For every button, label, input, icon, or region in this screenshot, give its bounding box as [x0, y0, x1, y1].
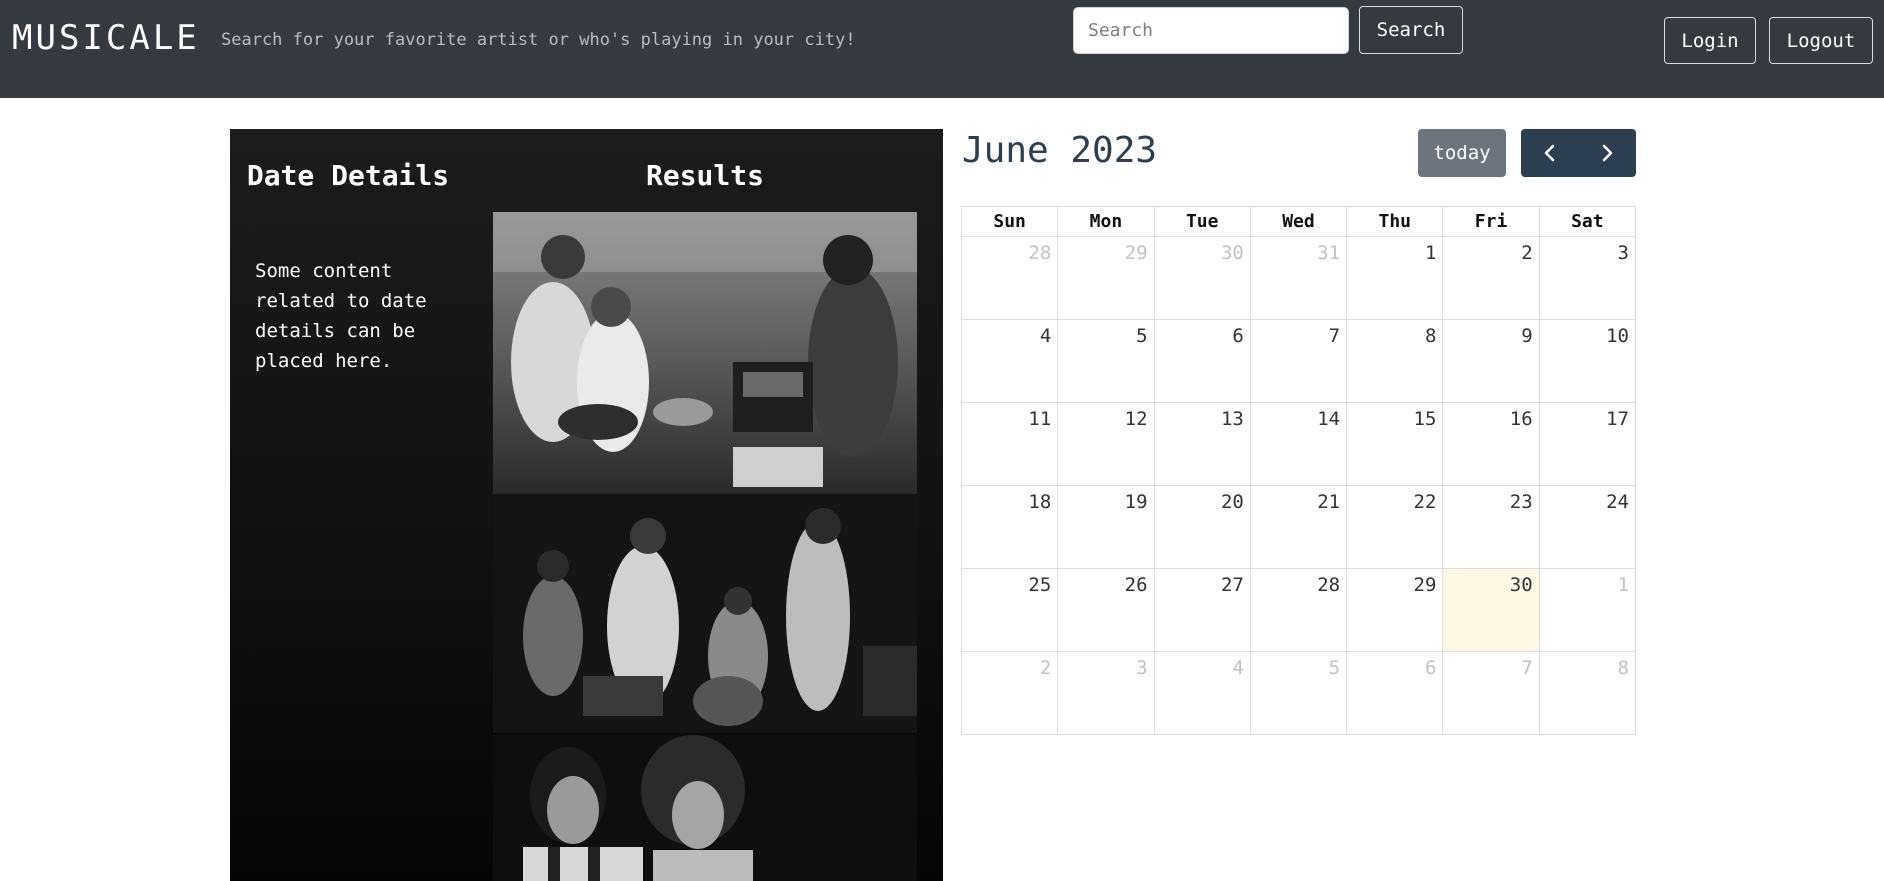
calendar-day[interactable]: 26 — [1057, 568, 1155, 652]
weekday-header: Sat — [1538, 206, 1637, 237]
weekday-header-row: Sun Mon Tue Wed Thu Fri Sat — [960, 206, 1637, 237]
band-photo — [493, 735, 917, 881]
weekday-header: Thu — [1346, 206, 1444, 237]
weekday-header: Tue — [1153, 206, 1251, 237]
calendar-week-row: 4 5 6 7 8 9 10 — [960, 319, 1637, 403]
calendar-week-row: 25 26 27 28 29 30 1 — [960, 568, 1637, 652]
result-image[interactable] — [493, 496, 917, 733]
calendar-day[interactable]: 14 — [1249, 402, 1348, 486]
calendar-day[interactable]: 16 — [1442, 402, 1540, 486]
calendar-day[interactable]: 17 — [1538, 402, 1637, 486]
search-input[interactable] — [1073, 7, 1349, 54]
calendar-day[interactable]: 6 — [1346, 651, 1444, 735]
calendar-day[interactable]: 8 — [1346, 319, 1444, 403]
calendar-day-today[interactable]: 30 — [1442, 568, 1540, 652]
calendar-day[interactable]: 2 — [1442, 236, 1540, 320]
calendar-day[interactable]: 28 — [960, 236, 1059, 320]
calendar-day[interactable]: 3 — [1057, 651, 1155, 735]
calendar-day[interactable]: 15 — [1346, 402, 1444, 486]
calendar-day[interactable]: 9 — [1442, 319, 1540, 403]
calendar-day[interactable]: 31 — [1249, 236, 1348, 320]
login-button[interactable]: Login — [1664, 17, 1756, 64]
calendar-day[interactable]: 21 — [1249, 485, 1348, 569]
calendar-day[interactable]: 6 — [1153, 319, 1251, 403]
calendar-day[interactable]: 7 — [1442, 651, 1540, 735]
calendar-day[interactable]: 1 — [1538, 568, 1637, 652]
calendar-day[interactable]: 1 — [1346, 236, 1444, 320]
calendar-day[interactable]: 22 — [1346, 485, 1444, 569]
calendar-day[interactable]: 24 — [1538, 485, 1637, 569]
tagline: Search for your favorite artist or who's… — [221, 30, 856, 50]
calendar-day[interactable]: 4 — [1153, 651, 1251, 735]
calendar-day[interactable]: 25 — [960, 568, 1059, 652]
calendar-day[interactable]: 28 — [1249, 568, 1348, 652]
calendar-day[interactable]: 12 — [1057, 402, 1155, 486]
weekday-header: Mon — [1057, 206, 1155, 237]
calendar-day[interactable]: 19 — [1057, 485, 1155, 569]
calendar-grid: Sun Mon Tue Wed Thu Fri Sat 28 29 30 31 1 2 3 4… — [960, 206, 1637, 735]
calendar-week-row: 28 29 30 31 1 2 3 — [960, 236, 1637, 320]
results-heading: Results — [645, 159, 764, 192]
search-button[interactable]: Search — [1359, 6, 1463, 54]
band-photo — [493, 496, 917, 733]
calendar-day[interactable]: 23 — [1442, 485, 1540, 569]
calendar-day[interactable]: 8 — [1538, 651, 1637, 735]
prev-month-button[interactable] — [1521, 129, 1578, 177]
calendar-nav-group — [1521, 129, 1636, 177]
calendar-day[interactable]: 18 — [960, 485, 1059, 569]
navbar: MUSICALE Search for your favorite artist… — [0, 0, 1884, 98]
brand-logo[interactable]: MUSICALE — [12, 18, 200, 58]
today-button[interactable]: today — [1418, 129, 1506, 177]
logout-button[interactable]: Logout — [1769, 17, 1873, 64]
calendar-day[interactable]: 13 — [1153, 402, 1251, 486]
calendar-day[interactable]: 29 — [1346, 568, 1444, 652]
calendar-week-row: 18 19 20 21 22 23 24 — [960, 485, 1637, 569]
weekday-header: Wed — [1249, 206, 1348, 237]
next-month-button[interactable] — [1578, 129, 1635, 177]
calendar-day[interactable]: 7 — [1249, 319, 1348, 403]
calendar-title: June 2023 — [962, 130, 1158, 171]
calendar-day[interactable]: 5 — [1057, 319, 1155, 403]
result-image[interactable] — [493, 212, 917, 494]
weekday-header: Fri — [1442, 206, 1540, 237]
date-details-heading: Date Details — [246, 159, 450, 192]
result-image[interactable] — [493, 735, 917, 881]
calendar-day[interactable]: 5 — [1249, 651, 1348, 735]
calendar-day[interactable]: 2 — [960, 651, 1059, 735]
chevron-left-icon — [1544, 144, 1554, 162]
calendar-day[interactable]: 4 — [960, 319, 1059, 403]
calendar-week-row: 2345678 — [960, 651, 1637, 735]
calendar-week-row: 11 12 13 14 15 16 17 — [960, 402, 1637, 486]
band-photo — [493, 212, 917, 494]
calendar-day[interactable]: 10 — [1538, 319, 1637, 403]
calendar-day[interactable]: 11 — [960, 402, 1059, 486]
chevron-right-icon — [1602, 144, 1612, 162]
calendar-day[interactable]: 30 — [1153, 236, 1251, 320]
weekday-header: Sun — [960, 206, 1059, 237]
date-details-content: Some content related to date details can… — [255, 260, 427, 372]
calendar-day[interactable]: 29 — [1057, 236, 1155, 320]
calendar-day[interactable]: 27 — [1153, 568, 1251, 652]
calendar-day[interactable]: 3 — [1538, 236, 1637, 320]
calendar-day[interactable]: 20 — [1153, 485, 1251, 569]
